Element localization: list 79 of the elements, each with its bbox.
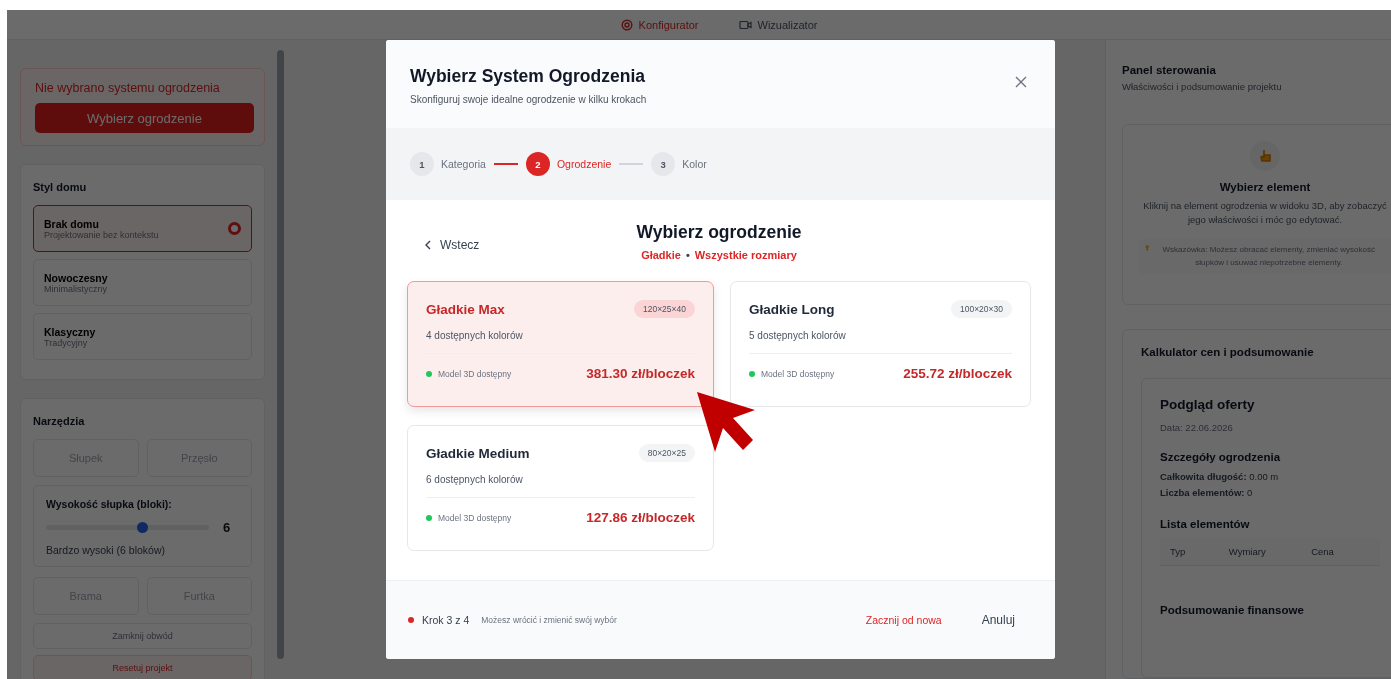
chevron-left-icon: [425, 240, 431, 250]
model-status: Model 3D dostępny: [761, 368, 835, 379]
dimensions-tag: 120×25×40: [633, 300, 695, 318]
model-status: Model 3D dostępny: [438, 512, 512, 523]
column-header: Typ: [1170, 546, 1187, 557]
nav-tab[interactable]: Wizualizator: [738, 18, 818, 31]
option-description: Minimalistyczny: [44, 283, 107, 294]
close-icon: [1015, 76, 1027, 88]
offer-date: Data: 22.06.2026: [1160, 422, 1234, 433]
step-connector: [493, 163, 518, 165]
section-heading: Wybierz ogrodzenie: [636, 222, 802, 243]
offer-title: Podgląd oferty: [1160, 397, 1256, 412]
dimensions-tag: 100×20×30: [950, 300, 1012, 318]
panel-title: Panel sterowania: [1122, 64, 1217, 76]
step-number: 3: [651, 152, 676, 176]
option-description: Tradycyjny: [44, 337, 88, 348]
section-heading: Szczegóły ogrodzenia: [1160, 451, 1282, 463]
step-indicator-dot: [408, 617, 414, 623]
color-count: 6 dostępnych kolorów: [426, 474, 524, 485]
step-number: 2: [525, 152, 550, 176]
alert-message: Nie wybrano systemu ogrodzenia: [35, 81, 221, 95]
hand-drawing: [1258, 149, 1272, 163]
video-camera-icon: [738, 18, 752, 31]
panel-subtitle: Właściwości i podsumowanie projektu: [1122, 81, 1283, 92]
slider-description: Bardzo wysoki (6 bloków): [46, 544, 167, 556]
step-label: Kolor: [682, 158, 707, 170]
section-heading: Lista elementów: [1160, 518, 1251, 530]
category-filter: Gładkie: [641, 249, 681, 261]
color-count: 4 dostępnych kolorów: [426, 330, 524, 341]
model-status: Model 3D dostępny: [438, 368, 512, 379]
size-filter: Wszystkie rozmiary: [694, 249, 797, 261]
house-style-option[interactable]: Klasyczny Tradycyjny: [33, 313, 252, 360]
modal-subtitle: Skonfiguruj swoje idealne ogrodzenie w kilku krokach: [410, 94, 647, 105]
choose-fence-button[interactable]: Wybierz ogrodzenie: [35, 103, 254, 133]
step-connector: [619, 163, 644, 165]
section-title: Narzędzia: [33, 415, 86, 427]
detail-row-text: Całkowita długość: 0.00 m: [1160, 471, 1280, 482]
restart-button[interactable]: Zacznij od nowa: [865, 614, 942, 626]
option-name: Klasyczny: [44, 325, 96, 338]
product-price: 127.86 zł/bloczek: [586, 510, 695, 525]
lightbulb-icon: [1145, 242, 1150, 252]
cancel-button[interactable]: Anuluj: [981, 613, 1015, 627]
product-price: 381.30 zł/bloczek: [586, 366, 695, 381]
product-card[interactable]: Gładkie Medium 80×20×25 6 dostępnych kolorów Model 3D dostępny 127.86 zł/bloczek: [407, 425, 714, 551]
step-label: Ogrodzenie: [556, 158, 612, 170]
detail-row-text: Liczba elementów: 0: [1160, 487, 1254, 498]
column-header: Cena: [1311, 546, 1335, 557]
section-heading: Podsumowanie finansowe: [1160, 604, 1305, 616]
filter-separator: •: [685, 249, 690, 261]
slider-label: Wysokość słupka (bloki):: [46, 498, 173, 510]
slider-value: 6: [223, 520, 232, 535]
close-button[interactable]: [1015, 76, 1027, 88]
product-name: Gładkie Max: [426, 301, 505, 317]
modal-title: Wybierz System Ogrodzenia: [410, 66, 647, 87]
card-title: Wybierz element: [1219, 181, 1311, 193]
step-number: 1: [410, 152, 434, 176]
step-counter: Krok 3 z 4: [422, 614, 470, 626]
footer-hint: Możesz wrócić i zmienić swój wybór: [481, 615, 617, 625]
calculator-title: Kalkulator cen i podsumowanie: [1141, 346, 1315, 358]
product-name: Gładkie Medium: [426, 445, 530, 461]
color-count: 5 dostępnych kolorów: [749, 330, 847, 341]
product-price: 255.72 zł/bloczek: [903, 366, 1012, 381]
house-style-option[interactable]: Nowoczesny Minimalistyczny: [33, 259, 252, 306]
column-header: Wymiary: [1228, 546, 1267, 557]
product-name: Gładkie Long: [749, 301, 835, 317]
scrollbar[interactable]: [277, 50, 284, 659]
dimensions-tag: 80×20×25: [638, 444, 695, 462]
back-button[interactable]: Wstecz: [425, 238, 480, 252]
radio-selected-icon: [228, 222, 241, 235]
option-name: Nowoczesny: [44, 271, 108, 284]
height-slider[interactable]: [46, 525, 209, 530]
slider-thumb[interactable]: [137, 522, 149, 533]
product-card[interactable]: Gładkie Max 120×25×40 4 dostępnych kolorów Model 3D dostępny 381.30 zł/bloczek: [407, 281, 714, 407]
nav-tab[interactable]: Konfigurator: [620, 18, 699, 31]
reset-project-button[interactable]: Resetuj projekt: [33, 655, 252, 679]
section-title: Styl domu: [33, 181, 88, 193]
option-name: Brak domu: [44, 217, 100, 230]
step-label: Kategoria: [441, 158, 486, 170]
product-card[interactable]: Gładkie Long 100×20×30 5 dostępnych kolorów Model 3D dostępny 255.72 zł/bloczek: [730, 281, 1031, 407]
